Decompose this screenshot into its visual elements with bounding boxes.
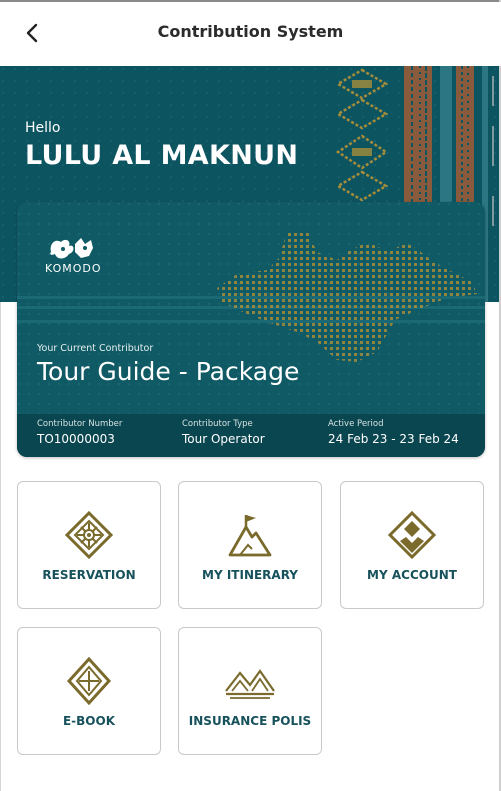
diamond-cross-icon	[67, 657, 111, 705]
card-footer: Contributor Number TO10000003 Contributo…	[17, 414, 485, 457]
my-itinerary-tile[interactable]: MY ITINERARY	[178, 481, 322, 609]
active-period-label: Active Period	[328, 419, 384, 429]
reservation-tile[interactable]: RESERVATION	[17, 481, 161, 609]
e-book-tile[interactable]: E-BOOK	[17, 627, 161, 755]
contributor-number-value: TO10000003	[37, 432, 115, 446]
diamond-sun-icon	[65, 511, 113, 559]
reservation-label: RESERVATION	[42, 568, 136, 582]
active-period-value: 24 Feb 23 - 23 Feb 24	[328, 432, 459, 446]
contributor-type-value: Tour Operator	[182, 432, 265, 446]
contributor-type-label: Contributor Type	[182, 419, 253, 429]
mountain-flag-icon	[228, 515, 272, 557]
logo-text: KOMODO	[45, 262, 102, 275]
insurance-polis-label: INSURANCE POLIS	[188, 714, 312, 728]
user-name: LULU AL MAKNUN	[25, 140, 299, 171]
left-border	[0, 300, 1, 791]
contributor-number: Contributor Number TO10000003	[37, 419, 122, 446]
my-itinerary-label: MY ITINERARY	[202, 568, 298, 582]
current-contributor-label: Your Current Contributor	[37, 343, 154, 354]
app-header: Contribution System	[0, 2, 501, 66]
my-account-label: MY ACCOUNT	[367, 568, 457, 582]
e-book-label: E-BOOK	[62, 714, 116, 728]
contributor-type: Contributor Type Tour Operator	[182, 419, 265, 446]
active-period: Active Period 24 Feb 23 - 23 Feb 24	[328, 419, 459, 446]
diamond-account-icon	[388, 511, 436, 559]
my-account-tile[interactable]: MY ACCOUNT	[340, 481, 484, 609]
insurance-polis-tile[interactable]: INSURANCE POLIS	[178, 627, 322, 755]
greeting-text: Hello	[25, 120, 61, 136]
contributor-number-label: Contributor Number	[37, 419, 123, 429]
mountains-icon	[225, 669, 275, 699]
contributor-card: KOMODO Your Current Contributor Tour Gui…	[17, 202, 485, 457]
current-contributor-value: Tour Guide - Package	[37, 357, 300, 386]
page-title: Contribution System	[157, 22, 344, 41]
